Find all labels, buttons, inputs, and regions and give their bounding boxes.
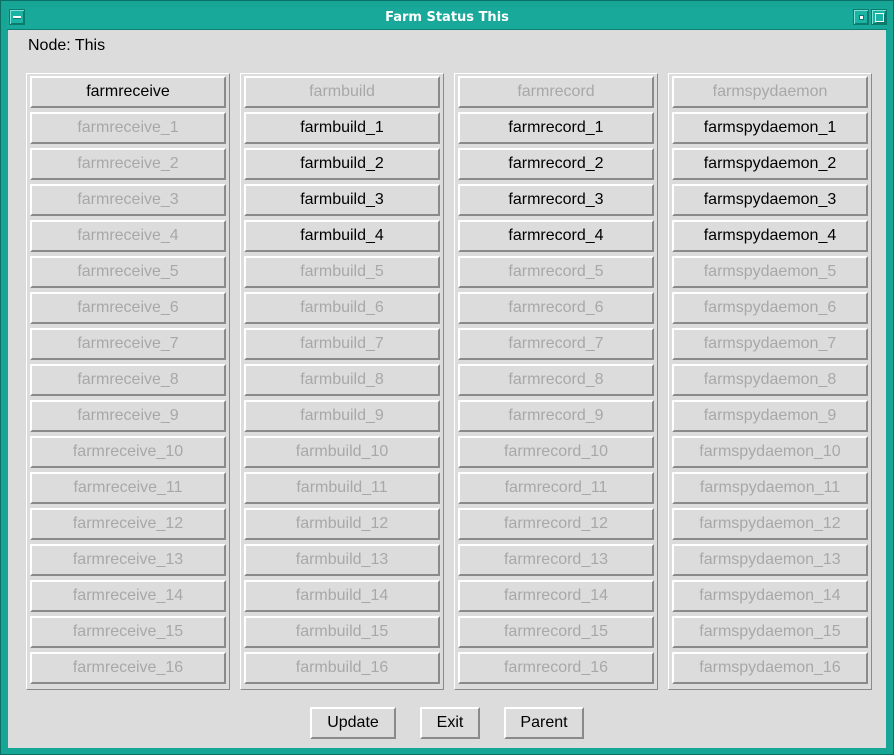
process-button-farmspydaemon-2[interactable]: farmspydaemon_2 xyxy=(672,148,868,180)
process-button-farmrecord-8[interactable]: farmrecord_8 xyxy=(458,364,654,396)
process-button-farmspydaemon-16[interactable]: farmspydaemon_16 xyxy=(672,652,868,684)
process-button-farmspydaemon-1[interactable]: farmspydaemon_1 xyxy=(672,112,868,144)
column-farmreceive: farmreceive farmreceive_1 farmreceive_2far… xyxy=(26,73,230,690)
column-farmrecord: farmrecord farmrecord_1 farmrecord_2farmre… xyxy=(454,73,658,690)
process-button-farmreceive-5[interactable]: farmreceive_5 xyxy=(30,256,226,288)
process-button-farmreceive-1[interactable]: farmreceive_1 xyxy=(30,112,226,144)
process-button-farmrecord-9[interactable]: farmrecord_9 xyxy=(458,400,654,432)
process-button-farmbuild-15[interactable]: farmbuild_15 xyxy=(244,616,440,648)
process-button-farmrecord-3[interactable]: farmrecord_3 xyxy=(458,184,654,216)
node-label: Node: This xyxy=(28,37,106,54)
process-button-farmbuild-13[interactable]: farmbuild_13 xyxy=(244,544,440,576)
process-button-farmspydaemon-4[interactable]: farmspydaemon_4 xyxy=(672,220,868,252)
process-button-farmrecord-5[interactable]: farmrecord_5 xyxy=(458,256,654,288)
update-button[interactable]: Update xyxy=(310,707,396,739)
process-button-farmbuild-9[interactable]: farmbuild_9 xyxy=(244,400,440,432)
process-button-farmreceive-3[interactable]: farmreceive_3 xyxy=(30,184,226,216)
minimize-icon[interactable] xyxy=(853,9,869,25)
process-button-farmrecord-6[interactable]: farmrecord_6 xyxy=(458,292,654,324)
window-title: Farm Status This xyxy=(385,10,509,25)
process-button-farmbuild-12[interactable]: farmbuild_12 xyxy=(244,508,440,540)
process-button-farmbuild-16[interactable]: farmbuild_16 xyxy=(244,652,440,684)
process-button-farmbuild-10[interactable]: farmbuild_10 xyxy=(244,436,440,468)
process-button-farmreceive[interactable]: farmreceive xyxy=(30,76,226,108)
process-button-farmreceive-16[interactable]: farmreceive_16 xyxy=(30,652,226,684)
process-button-farmspydaemon-5[interactable]: farmspydaemon_5 xyxy=(672,256,868,288)
process-button-farmbuild-7[interactable]: farmbuild_7 xyxy=(244,328,440,360)
exit-button[interactable]: Exit xyxy=(420,707,480,739)
process-button-farmrecord-14[interactable]: farmrecord_14 xyxy=(458,580,654,612)
process-button-farmreceive-2[interactable]: farmreceive_2 xyxy=(30,148,226,180)
process-button-farmreceive-6[interactable]: farmreceive_6 xyxy=(30,292,226,324)
process-button-farmrecord-13[interactable]: farmrecord_13 xyxy=(458,544,654,576)
process-button-farmspydaemon-10[interactable]: farmspydaemon_10 xyxy=(672,436,868,468)
process-button-farmspydaemon-9[interactable]: farmspydaemon_9 xyxy=(672,400,868,432)
process-button-farmreceive-4[interactable]: farmreceive_4 xyxy=(30,220,226,252)
process-button-farmbuild-11[interactable]: farmbuild_11 xyxy=(244,472,440,504)
process-button-farmspydaemon-6[interactable]: farmspydaemon_6 xyxy=(672,292,868,324)
process-button-farmspydaemon-14[interactable]: farmspydaemon_14 xyxy=(672,580,868,612)
process-button-farmreceive-7[interactable]: farmreceive_7 xyxy=(30,328,226,360)
process-button-farmbuild-14[interactable]: farmbuild_14 xyxy=(244,580,440,612)
title-bar[interactable]: Farm Status This xyxy=(7,7,887,30)
process-button-farmreceive-11[interactable]: farmreceive_11 xyxy=(30,472,226,504)
maximize-icon[interactable] xyxy=(871,9,887,25)
process-button-farmspydaemon-13[interactable]: farmspydaemon_13 xyxy=(672,544,868,576)
process-button-farmbuild-1[interactable]: farmbuild_1 xyxy=(244,112,440,144)
column-farmspydaemon: farmspydaemon farmspydaemon_1 farmspydaemo… xyxy=(668,73,872,690)
process-button-farmrecord-4[interactable]: farmrecord_4 xyxy=(458,220,654,252)
process-button-farmreceive-8[interactable]: farmreceive_8 xyxy=(30,364,226,396)
process-button-farmrecord[interactable]: farmrecord xyxy=(458,76,654,108)
process-button-farmspydaemon-7[interactable]: farmspydaemon_7 xyxy=(672,328,868,360)
process-button-farmspydaemon-8[interactable]: farmspydaemon_8 xyxy=(672,364,868,396)
process-button-farmspydaemon[interactable]: farmspydaemon xyxy=(672,76,868,108)
process-button-farmrecord-15[interactable]: farmrecord_15 xyxy=(458,616,654,648)
process-button-farmreceive-9[interactable]: farmreceive_9 xyxy=(30,400,226,432)
process-button-farmrecord-2[interactable]: farmrecord_2 xyxy=(458,148,654,180)
process-button-farmbuild-3[interactable]: farmbuild_3 xyxy=(244,184,440,216)
process-button-farmbuild-6[interactable]: farmbuild_6 xyxy=(244,292,440,324)
process-button-farmrecord-12[interactable]: farmrecord_12 xyxy=(458,508,654,540)
process-button-farmbuild-4[interactable]: farmbuild_4 xyxy=(244,220,440,252)
main-panel: Node: This farmreceive farmreceive_1 farmr… xyxy=(8,30,886,748)
process-button-farmbuild[interactable]: farmbuild xyxy=(244,76,440,108)
process-button-farmspydaemon-11[interactable]: farmspydaemon_11 xyxy=(672,472,868,504)
process-button-farmspydaemon-3[interactable]: farmspydaemon_3 xyxy=(672,184,868,216)
process-button-farmreceive-14[interactable]: farmreceive_14 xyxy=(30,580,226,612)
process-button-farmrecord-11[interactable]: farmrecord_11 xyxy=(458,472,654,504)
process-button-farmrecord-1[interactable]: farmrecord_1 xyxy=(458,112,654,144)
process-button-farmbuild-5[interactable]: farmbuild_5 xyxy=(244,256,440,288)
process-button-farmspydaemon-15[interactable]: farmspydaemon_15 xyxy=(672,616,868,648)
process-button-farmreceive-13[interactable]: farmreceive_13 xyxy=(30,544,226,576)
process-button-farmrecord-16[interactable]: farmrecord_16 xyxy=(458,652,654,684)
process-button-farmreceive-15[interactable]: farmreceive_15 xyxy=(30,616,226,648)
process-button-farmspydaemon-12[interactable]: farmspydaemon_12 xyxy=(672,508,868,540)
process-button-farmrecord-7[interactable]: farmrecord_7 xyxy=(458,328,654,360)
column-farmbuild: farmbuild farmbuild_1 farmbuild_2 farmbuild… xyxy=(240,73,444,690)
process-button-farmbuild-2[interactable]: farmbuild_2 xyxy=(244,148,440,180)
process-button-farmbuild-8[interactable]: farmbuild_8 xyxy=(244,364,440,396)
farm-status-window: Farm Status This Node: This farmreceive f… xyxy=(0,0,894,755)
process-button-farmreceive-12[interactable]: farmreceive_12 xyxy=(30,508,226,540)
process-button-farmreceive-10[interactable]: farmreceive_10 xyxy=(30,436,226,468)
parent-button[interactable]: Parent xyxy=(504,707,584,739)
process-button-farmrecord-10[interactable]: farmrecord_10 xyxy=(458,436,654,468)
